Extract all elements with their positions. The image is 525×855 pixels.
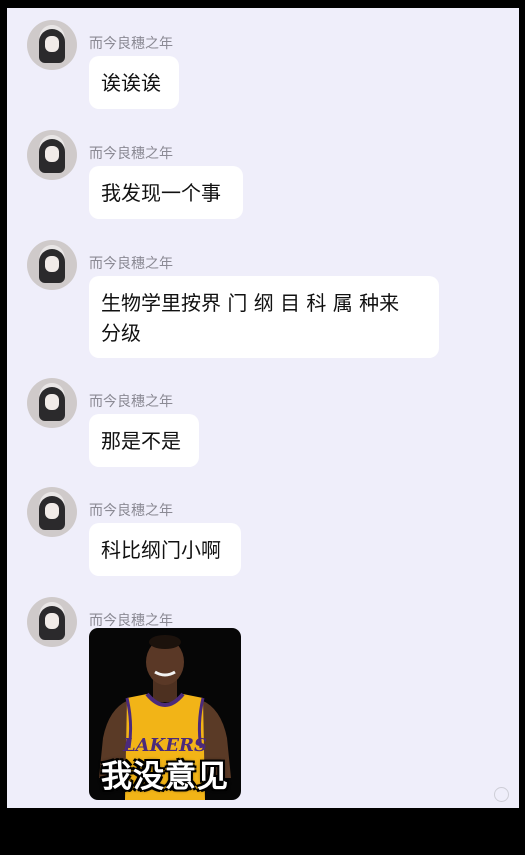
message-bubble[interactable]: 我发现一个事	[89, 166, 243, 219]
sender-name: 而今良穗之年	[89, 256, 173, 272]
chat-screen: 而今良穗之年 诶诶诶 而今良穗之年 我发现一个事 而今良穗之年 生物学里按界 门…	[7, 8, 519, 808]
message-line: 分级	[101, 321, 141, 345]
message-bubble[interactable]: 那是不是	[89, 414, 199, 467]
message-bubble[interactable]: 生物学里按界 门 纲 目 科 属 种来 分级	[89, 276, 439, 358]
message-bubble[interactable]: 诶诶诶	[89, 56, 179, 109]
sender-name: 而今良穗之年	[89, 394, 173, 410]
message-line: 生物学里按界 门 纲 目 科 属 种来	[101, 291, 400, 315]
avatar[interactable]	[27, 130, 77, 180]
avatar[interactable]	[27, 20, 77, 70]
sender-name: 而今良穗之年	[89, 36, 173, 52]
meme-image[interactable]: LAKERS 我没意见	[89, 628, 241, 800]
sender-name: 而今良穗之年	[89, 146, 173, 162]
sender-name: 而今良穗之年	[89, 503, 173, 519]
sender-name: 而今良穗之年	[89, 613, 173, 629]
avatar[interactable]	[27, 240, 77, 290]
meme-caption: 我没意见	[101, 759, 229, 795]
watermark	[494, 787, 513, 802]
avatar[interactable]	[27, 378, 77, 428]
avatar[interactable]	[27, 487, 77, 537]
watermark-icon	[494, 787, 509, 802]
avatar[interactable]	[27, 597, 77, 647]
message-bubble[interactable]: 科比纲门小啊	[89, 523, 241, 576]
